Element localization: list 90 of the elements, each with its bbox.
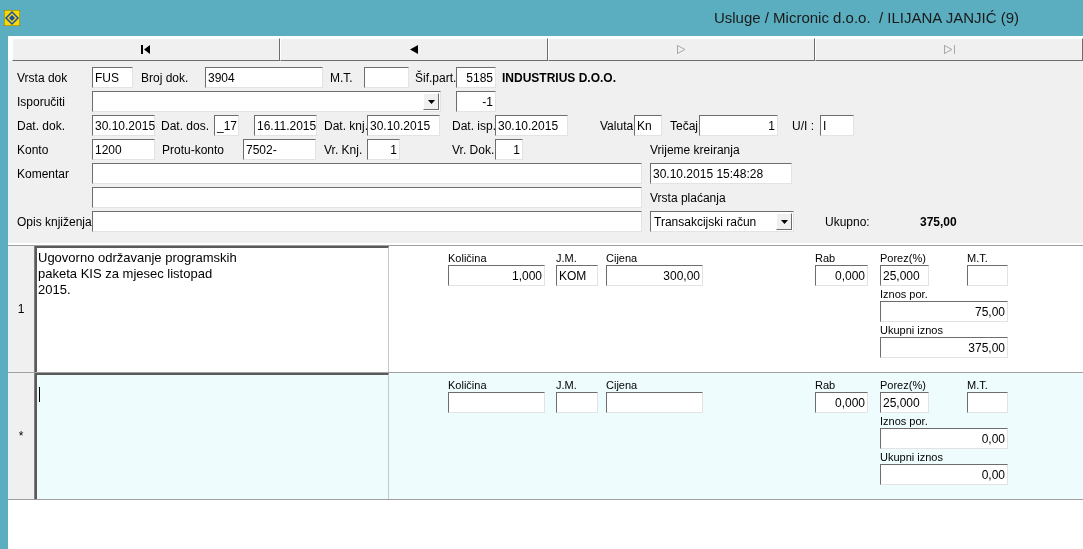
text-field[interactable]: 16.11.2015	[254, 115, 317, 136]
description-cell[interactable]	[35, 373, 389, 499]
text-field[interactable]	[92, 163, 642, 184]
row-header[interactable]: *	[8, 373, 35, 499]
text-field[interactable]: 1	[699, 115, 778, 136]
field-label: Ukupni iznos	[880, 323, 944, 337]
row-header[interactable]: 1	[8, 246, 35, 372]
text-field[interactable]: 1,000	[448, 265, 545, 286]
text-field[interactable]	[606, 392, 703, 413]
text-field[interactable]: FUS	[92, 67, 133, 88]
field-label: Vrsta plaćanja	[650, 189, 726, 207]
text-field[interactable]: 75,00	[880, 301, 1008, 322]
field-label: Dat. dos.	[161, 117, 210, 135]
field-label: Iznos por.	[880, 287, 929, 301]
text-field[interactable]: 30.10.2015	[92, 115, 155, 136]
text-field[interactable]: 3904	[205, 67, 323, 88]
description-cell[interactable]: Ugovorno održavanje programskih paketa KIS za mjesec listopad 2015.	[35, 246, 389, 372]
text-field[interactable]: 5185	[456, 67, 496, 88]
text-field[interactable]: 0,000	[815, 265, 868, 286]
field-label: Količina	[448, 378, 488, 392]
field-label: Konto	[17, 141, 49, 159]
text-field[interactable]: 0,000	[815, 392, 868, 413]
field-label: Dat. isp.	[452, 117, 496, 135]
text-field[interactable]: 1	[367, 139, 400, 160]
caret-icon	[427, 99, 435, 104]
field-label: Količina	[448, 251, 488, 265]
field-label: Šif.part.	[415, 69, 457, 87]
field-label: J.M.	[556, 378, 578, 392]
field-label: M.T.	[967, 378, 989, 392]
field-label: Isporučiti	[17, 93, 66, 111]
field-label: Vr. Dok.	[452, 141, 495, 159]
text-field[interactable]: 30.10.2015 15:48:28	[650, 163, 792, 184]
text-cursor	[39, 387, 40, 402]
text-field[interactable]: Kn	[634, 115, 662, 136]
text-field[interactable]	[364, 67, 409, 88]
field-label: Broj dok.	[141, 69, 189, 87]
value-text: INDUSTRIUS D.O.O.	[502, 69, 616, 87]
field-label: U/I :	[792, 117, 814, 135]
field-label: Rab	[815, 378, 837, 392]
field-label: Ukupni iznos	[880, 450, 944, 464]
text-field[interactable]: 25,000	[880, 265, 929, 286]
nav-button[interactable]	[279, 38, 548, 61]
field-label: Tečaj	[670, 117, 698, 135]
dropdown[interactable]: Transakcijski račun	[650, 211, 794, 232]
field-label: M.T.	[967, 251, 989, 265]
field-label: Opis knjiženja	[17, 213, 92, 231]
caret-icon	[780, 219, 788, 224]
text-field[interactable]: 7502-	[243, 139, 316, 160]
text-field[interactable]	[967, 265, 1008, 286]
text-field[interactable]: 375,00	[880, 337, 1008, 358]
value-text: 375,00	[920, 213, 957, 231]
field-label: Valuta	[600, 117, 634, 135]
field-label: Dat. knj.	[324, 117, 368, 135]
field-label: Ukupno:	[825, 213, 870, 231]
text-field[interactable]: 300,00	[606, 265, 703, 286]
text-field[interactable]: 30.10.2015	[495, 115, 568, 136]
app-icon	[4, 10, 20, 26]
text-field[interactable]	[92, 187, 642, 208]
field-label: J.M.	[556, 251, 578, 265]
field-label: Porez(%)	[880, 251, 927, 265]
text-field[interactable]: I	[820, 115, 854, 136]
field-label: Vr. Knj.	[324, 141, 363, 159]
field-label: Komentar	[17, 165, 70, 183]
window-title: Usluge / Micronic d.o.o. / ILIJANA JANJIĆ (9)	[713, 7, 1019, 28]
text-field[interactable]: 1	[495, 139, 523, 160]
field-label: Cijena	[606, 378, 639, 392]
field-label: Dat. dok.	[17, 117, 66, 135]
text-field[interactable]: 1200	[92, 139, 155, 160]
field-label: Protu-konto	[162, 141, 225, 159]
field-label: Porez(%)	[880, 378, 927, 392]
text-field[interactable]: -1	[456, 91, 496, 112]
text-field[interactable]: _17	[214, 115, 239, 136]
field-label: Iznos por.	[880, 414, 929, 428]
text-field[interactable]	[556, 392, 598, 413]
field-label: Cijena	[606, 251, 639, 265]
field-label: Rab	[815, 251, 837, 265]
nav-button[interactable]	[12, 38, 280, 61]
description-text: Ugovorno održavanje programskih paketa KIS za mjesec listopad 2015.	[38, 250, 238, 298]
text-field[interactable]	[967, 392, 1008, 413]
text-field[interactable]: 25,000	[880, 392, 929, 413]
text-field[interactable]: 0,00	[880, 464, 1008, 485]
text-field[interactable]: KOM	[556, 265, 598, 286]
text-field[interactable]	[92, 211, 642, 232]
dropdown[interactable]	[92, 91, 441, 112]
field-label: M.T.	[330, 69, 353, 87]
text-field[interactable]: 30.10.2015	[367, 115, 440, 136]
field-label: Vrsta dok	[17, 69, 68, 87]
field-label: Vrijeme kreiranja	[650, 141, 740, 159]
text-field[interactable]	[448, 392, 545, 413]
text-field[interactable]: 0,00	[880, 428, 1008, 449]
